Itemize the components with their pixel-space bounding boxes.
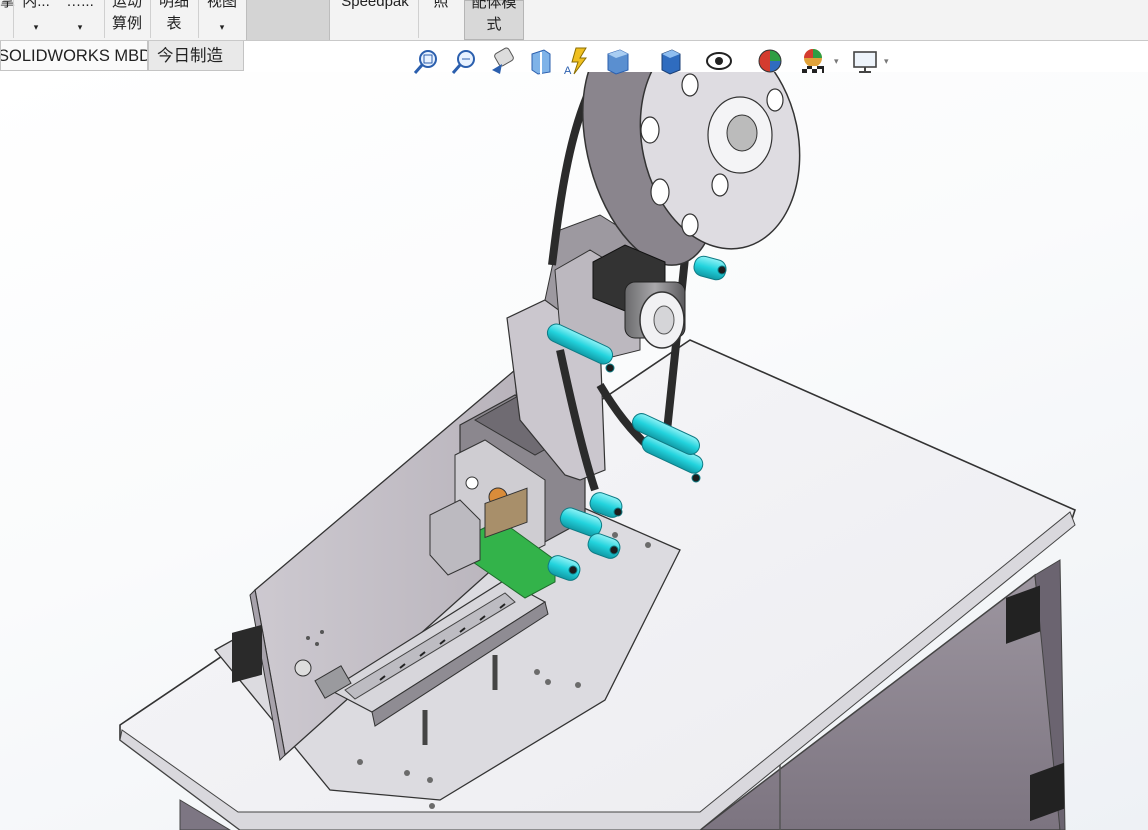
ribbon-button-blank[interactable] xyxy=(246,0,330,40)
ribbon-button-2[interactable]: …... ▾ xyxy=(58,0,102,40)
ribbon-button-2-caret: ▾ xyxy=(77,22,83,32)
apply-scene-icon[interactable] xyxy=(796,44,830,78)
ribbon-button-bom-line1: 明细 xyxy=(158,0,189,10)
ribbon-button-2-label: …... xyxy=(66,0,94,10)
ribbon-button-photo-label: 照 xyxy=(433,0,449,10)
ribbon-button-motion-study[interactable]: 运动 算例 xyxy=(106,0,148,40)
ribbon-button-0[interactable]: 掌 xyxy=(0,0,16,40)
ribbon-button-view-label: 视图 xyxy=(206,0,237,10)
view-settings-icon[interactable] xyxy=(848,44,882,78)
apply-scene-caret-icon[interactable]: ▾ xyxy=(834,44,839,78)
ribbon-button-view[interactable]: 视图 ▾ xyxy=(200,0,244,40)
dynamic-annotation-icon[interactable]: A xyxy=(562,44,596,78)
section-view-icon[interactable] xyxy=(524,44,558,78)
ribbon-button-motion-study-line1: 运动 xyxy=(111,0,142,10)
ribbon-button-motion-study-line2: 算例 xyxy=(111,15,142,32)
ribbon-button-1-caret: ▾ xyxy=(33,22,39,32)
ribbon-button-bom[interactable]: 明细 表 xyxy=(152,0,196,40)
view-orientation-icon[interactable] xyxy=(600,44,634,78)
display-style-icon[interactable] xyxy=(654,44,688,78)
ribbon-button-0-label: 掌 xyxy=(0,0,16,10)
ribbon-button-1-label: 内... xyxy=(22,0,50,10)
ribbon-button-assembly-mode-line1: 配体模 xyxy=(471,0,517,11)
ribbon-button-speedpak[interactable]: Speedpak xyxy=(334,0,416,40)
ribbon-button-photo[interactable]: 照 xyxy=(420,0,462,40)
ribbon-button-speedpak-label: Speedpak xyxy=(341,0,409,10)
command-manager-ribbon: 掌 内... ▾ …... ▾ 运动 算例 明细 表 视图 ▾ Speedpak… xyxy=(0,0,1148,41)
ribbon-button-view-caret: ▾ xyxy=(219,22,225,32)
ribbon-button-1[interactable]: 内... ▾ xyxy=(14,0,58,40)
tab-today-manufacturing[interactable]: 今日制造 xyxy=(148,41,244,71)
view-settings-caret-icon[interactable]: ▾ xyxy=(884,44,889,78)
edit-appearance-icon[interactable] xyxy=(754,44,788,78)
tab-solidworks-mbd[interactable]: SOLIDWORKS MBD xyxy=(0,41,148,71)
hide-show-items-icon[interactable] xyxy=(702,44,736,78)
zoom-to-fit-icon[interactable] xyxy=(410,44,444,78)
ribbon-button-assembly-mode-line2: 式 xyxy=(486,16,502,33)
ribbon-button-assembly-mode[interactable]: 配体模 式 xyxy=(464,0,524,40)
assembly-model xyxy=(119,72,1076,830)
previous-view-icon[interactable] xyxy=(486,44,520,78)
zoom-to-area-icon[interactable] xyxy=(448,44,482,78)
ribbon-button-bom-line2: 表 xyxy=(166,15,182,32)
graphics-viewport[interactable] xyxy=(0,72,1148,830)
svg-text:A: A xyxy=(564,65,572,77)
command-manager-tabs: SOLIDWORKS MBD 今日制造 xyxy=(0,41,244,72)
